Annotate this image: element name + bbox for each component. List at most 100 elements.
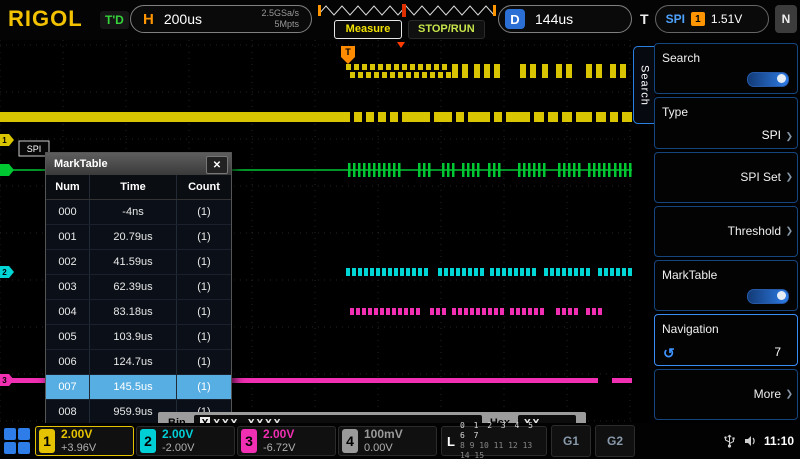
sidebar-item-search[interactable]: Search: [654, 43, 798, 95]
channel-4-box[interactable]: 4 100mV 0.00V: [338, 426, 437, 456]
waveform-display: 1 2 3 SPI T MarkTable ✕ Num Time Count 000 -4…: [0, 40, 632, 434]
marktable-row-002[interactable]: 002 41.59us (1): [46, 250, 231, 275]
channel-2-offset: -2.00V: [162, 441, 195, 454]
sidebar-item-spi-set[interactable]: SPI Set ❯: [654, 151, 798, 203]
channel-2-badge: 2: [140, 429, 156, 453]
marktable-cell-time: 83.18us: [90, 300, 177, 324]
oscilloscope-screen: RIGOL T'D H 200us 2.5GSa/s 5Mpts Measure…: [0, 0, 800, 459]
marktable-cell-num: 006: [46, 350, 90, 374]
logic-label: L: [447, 433, 455, 449]
marktable-row-000[interactable]: 000 -4ns (1): [46, 200, 231, 225]
sidebar-item-navigation[interactable]: Navigation ↺ 7: [654, 314, 798, 366]
delay-label: D: [505, 9, 525, 29]
channel-status-boxes: 1 2.00V +3.96V 2 2.00V -2.00V 3 2.00V -6.72V 4 100…: [35, 426, 437, 456]
marktable-row-001[interactable]: 001 20.79us (1): [46, 225, 231, 250]
chevron-right-icon: ❯: [785, 225, 793, 236]
marktable-cell-time: -4ns: [90, 200, 177, 224]
marktable-window: MarkTable ✕ Num Time Count 000 -4ns (1) 001…: [45, 152, 232, 426]
chevron-right-icon: ❯: [785, 388, 793, 399]
sidebar-item-marktable[interactable]: MarkTable: [654, 260, 798, 312]
marktable-row-005[interactable]: 005 103.9us (1): [46, 325, 231, 350]
timebase-value: 200us: [163, 11, 202, 27]
channel-2-scale: 2.00V: [162, 426, 194, 441]
trigger-slope-indicator[interactable]: N: [775, 5, 797, 33]
channel-3-scale: 2.00V: [263, 426, 295, 441]
bottom-status-bar: 1 2.00V +3.96V 2 2.00V -2.00V 3 2.00V -6.72V 4 100…: [0, 421, 800, 459]
trigger-settings-box[interactable]: SPI 1 1.51V: [654, 5, 769, 33]
status-icons: 11:10: [723, 434, 794, 448]
search-label: Search: [662, 51, 701, 65]
logic-row1: 0 1 2 3 4 5 6 7: [459, 421, 535, 440]
navigation-value: 7: [774, 344, 781, 359]
channel-4-offset: 0.00V: [364, 441, 393, 454]
trigger-source-badge: 1: [690, 12, 705, 26]
sidebar-item-type[interactable]: Type SPI ❯: [654, 97, 798, 149]
channel-3-values: 2.00V -6.72V: [263, 426, 296, 454]
type-value: SPI: [761, 127, 781, 142]
generator1-box[interactable]: G1: [551, 425, 591, 457]
marktable-cell-count: (1): [197, 206, 211, 218]
chevron-right-icon: ❯: [785, 171, 793, 182]
channel-1-box[interactable]: 1 2.00V +3.96V: [35, 426, 134, 456]
marktable-label: MarkTable: [662, 268, 718, 283]
marktable-row-003[interactable]: 003 62.39us (1): [46, 275, 231, 300]
function-navigation-icon[interactable]: [4, 428, 30, 454]
trigger-type: SPI: [665, 12, 685, 26]
channel-markers: 1 2 3 SPI: [0, 134, 50, 386]
channel-2-box[interactable]: 2 2.00V -2.00V: [136, 426, 235, 456]
rigol-logo: RIGOL: [8, 6, 83, 31]
marktable-cell-time: 41.59us: [90, 250, 177, 274]
sample-rate: 2.5GSa/s: [261, 8, 299, 19]
search-tab-label: Search: [638, 64, 651, 106]
search-menu-sidebar: Search Search Type SPI ❯ SPI Set ❯ Thres…: [632, 40, 800, 423]
marktable-cell-count: (1): [197, 331, 211, 343]
channel-3-box[interactable]: 3 2.00V -6.72V: [237, 426, 336, 456]
usb-icon: [724, 434, 735, 448]
search-menu-panel: Search Type SPI ❯ SPI Set ❯ Threshold ❯ …: [654, 40, 800, 423]
marktable-cell-time: 20.79us: [90, 225, 177, 249]
speaker-icon: [744, 436, 755, 446]
marktable-cell-count: (1): [197, 281, 211, 293]
sidebar-item-more[interactable]: More ❯: [654, 368, 798, 420]
measure-button[interactable]: Measure: [334, 20, 402, 39]
marktable-title: MarkTable: [54, 158, 108, 170]
trigger-level: 1.51V: [710, 12, 743, 26]
logic-analyzer-box[interactable]: L 0 1 2 3 4 5 6 7 8 9 10 11 12 13 14 15: [441, 421, 547, 459]
top-status-bar: RIGOL T'D H 200us 2.5GSa/s 5Mpts Measure…: [0, 0, 800, 40]
navigation-loop-icon: ↺: [663, 344, 675, 361]
navigation-label: Navigation: [662, 322, 719, 337]
marktable-cell-num: 003: [46, 275, 90, 299]
channel-1-badge: 1: [39, 429, 55, 453]
search-toggle[interactable]: [747, 72, 789, 88]
marktable-cell-num: 000: [46, 200, 90, 224]
stop-run-button[interactable]: STOP/RUN: [408, 20, 485, 39]
marktable-cell-num: 005: [46, 325, 90, 349]
svg-text:3: 3: [2, 376, 7, 385]
marktable-row-007[interactable]: 007 145.5us (1): [46, 375, 231, 400]
channel-1-values: 2.00V +3.96V: [61, 427, 97, 454]
trigger-status-badge: T'D: [100, 11, 129, 29]
marktable-row-006[interactable]: 006 124.7us (1): [46, 350, 231, 375]
marktable-header-num: Num: [46, 175, 90, 199]
marktable-row-004[interactable]: 004 83.18us (1): [46, 300, 231, 325]
sidebar-item-threshold[interactable]: Threshold ❯: [654, 205, 798, 258]
delay-value: 144us: [535, 11, 574, 27]
marktable-toggle[interactable]: [747, 289, 789, 305]
marktable-header-count: Count: [188, 181, 220, 193]
logic-row2: 8 9 10 11 12 13 14 15: [459, 441, 533, 459]
marktable-cell-num: 004: [46, 300, 90, 324]
horizontal-timebase-box[interactable]: H 200us 2.5GSa/s 5Mpts: [130, 5, 312, 33]
channel-4-badge: 4: [342, 429, 358, 453]
channel-3-badge: 3: [241, 429, 257, 453]
close-icon[interactable]: ✕: [206, 156, 228, 174]
marktable-cell-time: 62.39us: [90, 275, 177, 299]
generator2-box[interactable]: G2: [595, 425, 635, 457]
svg-text:2: 2: [2, 268, 7, 277]
threshold-label: Threshold: [727, 224, 781, 239]
channel-3-offset: -6.72V: [263, 441, 296, 454]
search-menu-tab[interactable]: Search: [633, 46, 655, 124]
delay-box[interactable]: D 144us: [498, 5, 632, 33]
marktable-titlebar[interactable]: MarkTable ✕: [46, 153, 231, 175]
channel-1-offset: +3.96V: [61, 441, 97, 454]
type-label: Type: [662, 105, 689, 120]
